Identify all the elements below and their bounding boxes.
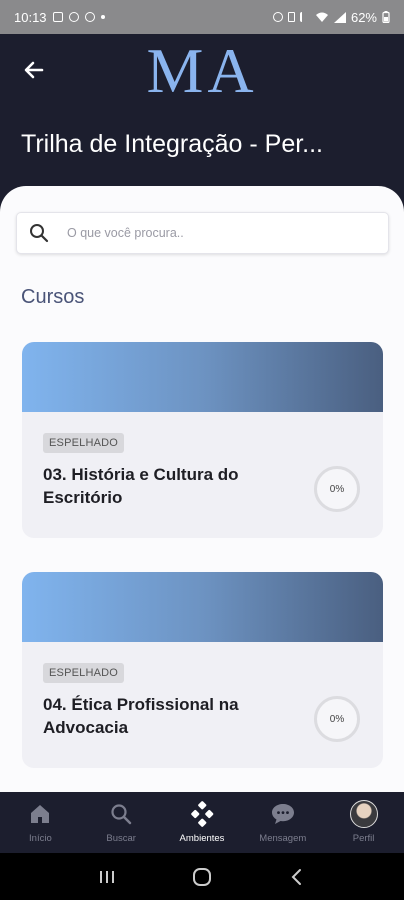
- battery-icon: [382, 11, 390, 23]
- search-bar[interactable]: [16, 212, 389, 254]
- search-icon: [111, 804, 132, 825]
- course-card[interactable]: ESPELHADO 03. História e Cultura do Escr…: [22, 342, 383, 538]
- mute-icon: [299, 12, 310, 22]
- recent-apps-icon: [100, 870, 115, 883]
- app-logo: MA: [146, 35, 258, 106]
- course-badge: ESPELHADO: [43, 663, 125, 683]
- alarm-icon: [272, 12, 283, 22]
- search-input[interactable]: [67, 226, 357, 240]
- course-card[interactable]: ESPELHADO 04. Ética Profissional na Advo…: [22, 572, 383, 768]
- section-title: Cursos: [21, 286, 85, 308]
- nav-label: Mensagem: [259, 833, 307, 844]
- diamond-grid-icon: [191, 801, 214, 827]
- nav-item-inicio[interactable]: Início: [0, 792, 81, 853]
- app-notification-icon: [68, 12, 79, 22]
- app-header: MA Trilha de Integração - Per...: [0, 34, 404, 194]
- course-badge: ESPELHADO: [43, 433, 125, 453]
- gallery-notification-icon: [52, 12, 63, 22]
- bottom-navigation: Início Buscar Ambientes Mensagem Perfil: [0, 792, 404, 853]
- course-title: 04. Ética Profissional na Advocacia: [43, 695, 239, 737]
- nav-item-buscar[interactable]: Buscar: [81, 792, 162, 853]
- avatar: [349, 800, 378, 828]
- search-icon: [30, 224, 49, 243]
- chevron-left-icon: [291, 868, 301, 885]
- main-content: Cursos ESPELHADO 03. História e Cultura …: [0, 186, 404, 792]
- nav-label: Ambientes: [179, 833, 225, 844]
- home-circle-icon: [192, 867, 211, 886]
- status-bar: 10:13 62%: [0, 0, 404, 34]
- nav-item-mensagem[interactable]: Mensagem: [242, 792, 323, 853]
- back-system-button[interactable]: [277, 862, 317, 892]
- course-banner: [22, 572, 383, 642]
- page-title: Trilha de Integração - Per...: [21, 130, 324, 158]
- nav-label: Perfil: [352, 833, 375, 844]
- nav-label: Buscar: [106, 833, 136, 844]
- course-banner: [22, 342, 383, 412]
- recent-apps-button[interactable]: [87, 862, 127, 892]
- signal-icon: [333, 11, 346, 23]
- course-progress: 0%: [314, 466, 360, 512]
- more-notifications-dot-icon: [100, 15, 105, 19]
- whatsapp-notification-icon: [84, 12, 95, 22]
- wifi-icon: [315, 12, 328, 22]
- nav-label: Início: [29, 833, 52, 844]
- system-navigation-bar: [0, 853, 404, 900]
- course-progress: 0%: [314, 696, 360, 742]
- chat-icon: [271, 804, 294, 824]
- nav-item-perfil[interactable]: Perfil: [323, 792, 404, 853]
- home-button[interactable]: [182, 862, 222, 892]
- nav-item-ambientes[interactable]: Ambientes: [162, 792, 243, 853]
- course-title: 03. História e Cultura do Escritório: [43, 465, 239, 507]
- battery-percentage: 62%: [350, 9, 377, 25]
- status-time: 10:13: [14, 9, 47, 25]
- home-icon: [31, 805, 50, 823]
- bluetooth-icon: [287, 12, 295, 22]
